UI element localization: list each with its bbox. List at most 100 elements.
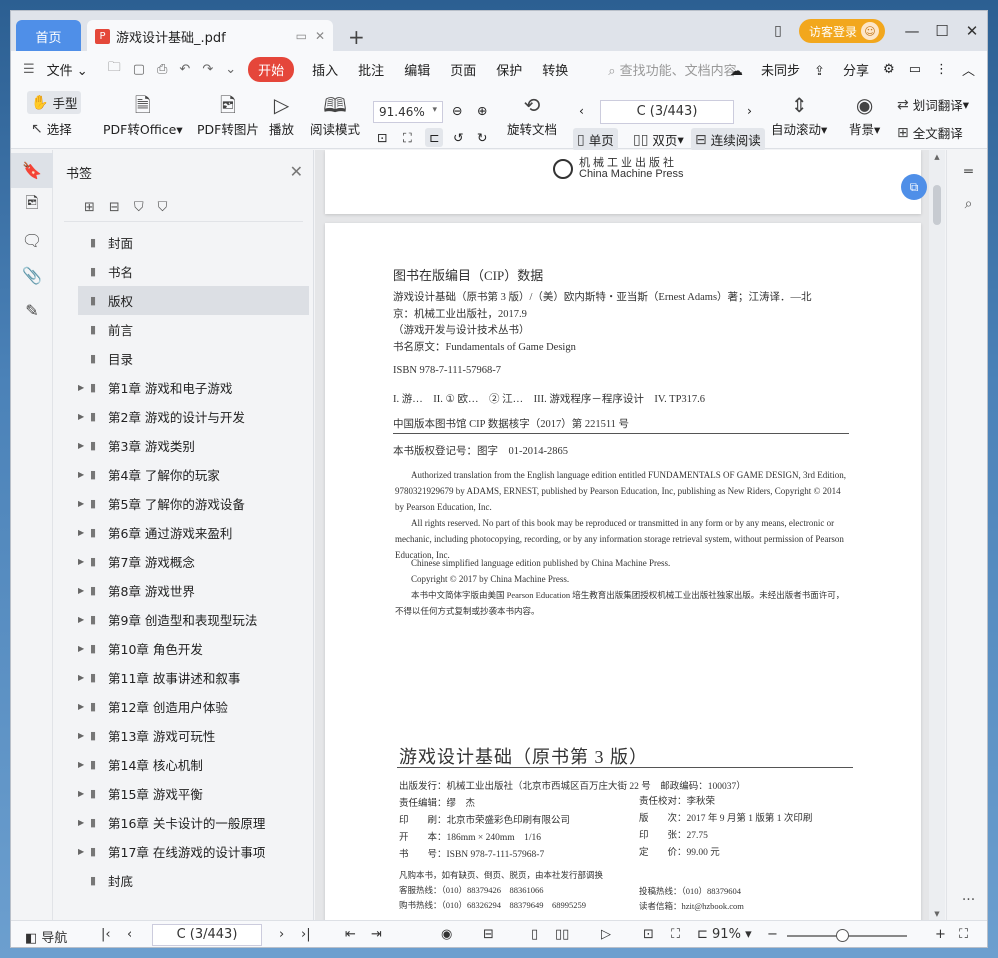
menu-edit[interactable]: 编辑 bbox=[404, 60, 430, 79]
word-translate-button[interactable]: ⇄ 划词翻译 ▾ bbox=[897, 95, 969, 114]
fit-page-icon[interactable]: ⛶ bbox=[403, 130, 412, 146]
share-button[interactable]: ⇪ 分享 bbox=[814, 60, 869, 79]
bookmark-item[interactable]: ▶ ▮ 第9章 创造型和表现型玩法 bbox=[78, 605, 313, 634]
expand-triangle-icon[interactable]: ▶ bbox=[78, 731, 90, 740]
redo-icon[interactable]: ↷ bbox=[202, 62, 213, 77]
fullscreen-icon[interactable]: ⛶ bbox=[959, 927, 968, 942]
select-tool-button[interactable]: ↖ 选择 bbox=[31, 119, 72, 138]
zoom-select[interactable]: ⊏ 91% ▾ bbox=[697, 927, 752, 942]
bookmark-item[interactable]: ▶ ▮ 第15章 游戏平衡 bbox=[78, 779, 313, 808]
expand-triangle-icon[interactable]: ▶ bbox=[78, 615, 90, 624]
close-window-icon[interactable]: ✕ bbox=[957, 22, 987, 40]
more-dropdown-icon[interactable]: ⌄ bbox=[225, 62, 236, 77]
add-bookmark-icon[interactable]: ⛉ bbox=[134, 200, 144, 215]
bookmark-item[interactable]: ▶ ▮ 第10章 角色开发 bbox=[78, 634, 313, 663]
bookmark-item[interactable]: ▶ ▮ 第8章 游戏世界 bbox=[78, 576, 313, 605]
expand-triangle-icon[interactable]: ▶ bbox=[78, 673, 90, 682]
comment-icon[interactable]: 🗨 bbox=[11, 223, 53, 258]
expand-triangle-icon[interactable]: ▶ bbox=[78, 760, 90, 769]
bookmark-item[interactable]: ▶ ▮ 第5章 了解你的游戏设备 bbox=[78, 489, 313, 518]
bookmark-item[interactable]: ▶ ▮ 第6章 通过游戏来盈利 bbox=[78, 518, 313, 547]
actual-size-icon[interactable]: ⊡ bbox=[643, 927, 654, 942]
bookmark-item[interactable]: ▮ 前言 bbox=[78, 315, 313, 344]
panel-handle-icon[interactable]: ═ bbox=[947, 156, 987, 188]
first-page-icon[interactable]: |‹ bbox=[101, 927, 111, 942]
float-tool-icon[interactable]: ⧉ bbox=[901, 174, 927, 200]
rotate-right-icon[interactable]: ↻ bbox=[477, 130, 487, 145]
menu-convert[interactable]: 转换 bbox=[542, 60, 568, 79]
collapse-ribbon-icon[interactable]: ︿ bbox=[962, 60, 975, 79]
menu-page[interactable]: 页面 bbox=[450, 60, 476, 79]
continuous-icon[interactable]: ⊟ bbox=[483, 927, 494, 942]
scroll-up-icon[interactable]: ▲ bbox=[929, 150, 945, 161]
expand-triangle-icon[interactable]: ▶ bbox=[78, 789, 90, 798]
zoom-out-icon[interactable]: ⊖ bbox=[452, 103, 462, 118]
thumbnail-icon[interactable]: 🖻 bbox=[11, 188, 53, 223]
next-view-icon[interactable]: ⇥ bbox=[371, 927, 382, 942]
menu-insert[interactable]: 插入 bbox=[312, 60, 338, 79]
bookmark-item[interactable]: ▶ ▮ 第14章 核心机制 bbox=[78, 750, 313, 779]
bookmark-item[interactable]: ▮ 目录 bbox=[78, 344, 313, 373]
zoom-select[interactable]: 91.46% ▾ bbox=[373, 101, 443, 123]
bookmark-outline-icon[interactable]: ⛉ bbox=[158, 200, 168, 215]
document-viewport[interactable]: 机械工业出版社 China Machine Press 图书在版编目（CIP）数… bbox=[315, 150, 945, 920]
tab-document[interactable]: P 游戏设计基础_.pdf ▭ ✕ bbox=[87, 20, 333, 52]
bookmark-item[interactable]: ▮ 封底 bbox=[78, 866, 313, 895]
auto-scroll-button[interactable]: ⇕ 自动滚动▾ bbox=[771, 91, 827, 138]
prev-page-icon[interactable]: ‹ bbox=[579, 103, 584, 118]
single-page-icon[interactable]: ▯ bbox=[531, 927, 538, 942]
tab-close-icon[interactable]: ✕ bbox=[315, 29, 325, 43]
menu-comment[interactable]: 批注 bbox=[358, 60, 384, 79]
bookmark-panel-icon[interactable]: 🔖 bbox=[11, 153, 53, 188]
rotate-left-icon[interactable]: ↺ bbox=[453, 130, 463, 145]
expand-triangle-icon[interactable]: ▶ bbox=[78, 528, 90, 537]
bookmark-item[interactable]: ▶ ▮ 第13章 游戏可玩性 bbox=[78, 721, 313, 750]
visitor-login-button[interactable]: 访客登录 ☺ bbox=[798, 19, 885, 43]
more-horizontal-icon[interactable]: ··· bbox=[947, 884, 987, 916]
scrollbar-thumb[interactable] bbox=[933, 185, 941, 225]
next-page-icon[interactable]: › bbox=[747, 103, 752, 118]
hamburger-icon[interactable]: ☰ bbox=[23, 62, 35, 77]
expand-all-icon[interactable]: ⊞ bbox=[84, 200, 95, 215]
expand-triangle-icon[interactable]: ▶ bbox=[78, 644, 90, 653]
expand-triangle-icon[interactable]: ▶ bbox=[78, 383, 90, 392]
zoom-slider-knob[interactable] bbox=[836, 929, 850, 942]
bookmark-item[interactable]: ▶ ▮ 第4章 了解你的玩家 bbox=[78, 460, 313, 489]
print-icon[interactable]: ⎙ bbox=[157, 62, 167, 77]
open-folder-icon[interactable]: 🗀 bbox=[108, 58, 121, 80]
minimize-icon[interactable]: — bbox=[897, 22, 927, 40]
bookmark-item[interactable]: ▶ ▮ 第17章 在线游戏的设计事项 bbox=[78, 837, 313, 866]
pdf-to-office-button[interactable]: 🗎 PDF转Office▾ bbox=[103, 91, 183, 138]
pdf-to-image-button[interactable]: 🖻 PDF转图片 bbox=[197, 91, 259, 138]
fit-width-icon[interactable]: ⊏ bbox=[425, 128, 444, 147]
bookmark-item[interactable]: ▶ ▮ 第16章 关卡设计的一般原理 bbox=[78, 808, 313, 837]
expand-triangle-icon[interactable]: ▶ bbox=[78, 847, 90, 856]
bookmark-item[interactable]: ▮ 封面 bbox=[78, 228, 313, 257]
pin-window-icon[interactable]: ▭ bbox=[296, 29, 307, 43]
new-tab-button[interactable]: + bbox=[348, 25, 365, 49]
feedback-icon[interactable]: ▭ bbox=[909, 62, 921, 77]
bookmark-item[interactable]: ▶ ▮ 第12章 创造用户体验 bbox=[78, 692, 313, 721]
expand-triangle-icon[interactable]: ▶ bbox=[78, 470, 90, 479]
more-vertical-icon[interactable]: ⋮ bbox=[935, 62, 948, 77]
status-page-input[interactable]: C (3/443) bbox=[152, 924, 262, 946]
prev-view-icon[interactable]: ⇤ bbox=[345, 927, 356, 942]
continuous-reading-button[interactable]: ⊟ 连续阅读 bbox=[691, 128, 765, 151]
menu-file[interactable]: 文件 ⌄ bbox=[47, 60, 88, 79]
navigation-button[interactable]: ◧ 导航 bbox=[25, 927, 67, 946]
sync-button[interactable]: ☁ 未同步 bbox=[730, 60, 800, 79]
bookmark-item[interactable]: ▶ ▮ 第7章 游戏概念 bbox=[78, 547, 313, 576]
expand-triangle-icon[interactable]: ▶ bbox=[78, 586, 90, 595]
full-translate-button[interactable]: ⊞ 全文翻译 bbox=[897, 123, 963, 142]
maximize-icon[interactable]: ☐ bbox=[927, 22, 957, 40]
expand-triangle-icon[interactable]: ▶ bbox=[78, 702, 90, 711]
background-button[interactable]: ◉ 背景▾ bbox=[849, 91, 880, 138]
close-icon[interactable]: ✕ bbox=[290, 162, 303, 181]
zoom-in-icon[interactable]: + bbox=[935, 927, 946, 942]
vertical-scrollbar[interactable]: ▲ ▼ bbox=[929, 150, 945, 920]
eye-icon[interactable]: ◉ bbox=[441, 927, 452, 942]
bookmark-item[interactable]: ▮ 版权 bbox=[78, 286, 309, 315]
layout-icon[interactable]: ▯ bbox=[765, 23, 791, 39]
rotate-document-button[interactable]: ⟲ 旋转文档 bbox=[507, 91, 557, 138]
bookmark-item[interactable]: ▶ ▮ 第2章 游戏的设计与开发 bbox=[78, 402, 313, 431]
